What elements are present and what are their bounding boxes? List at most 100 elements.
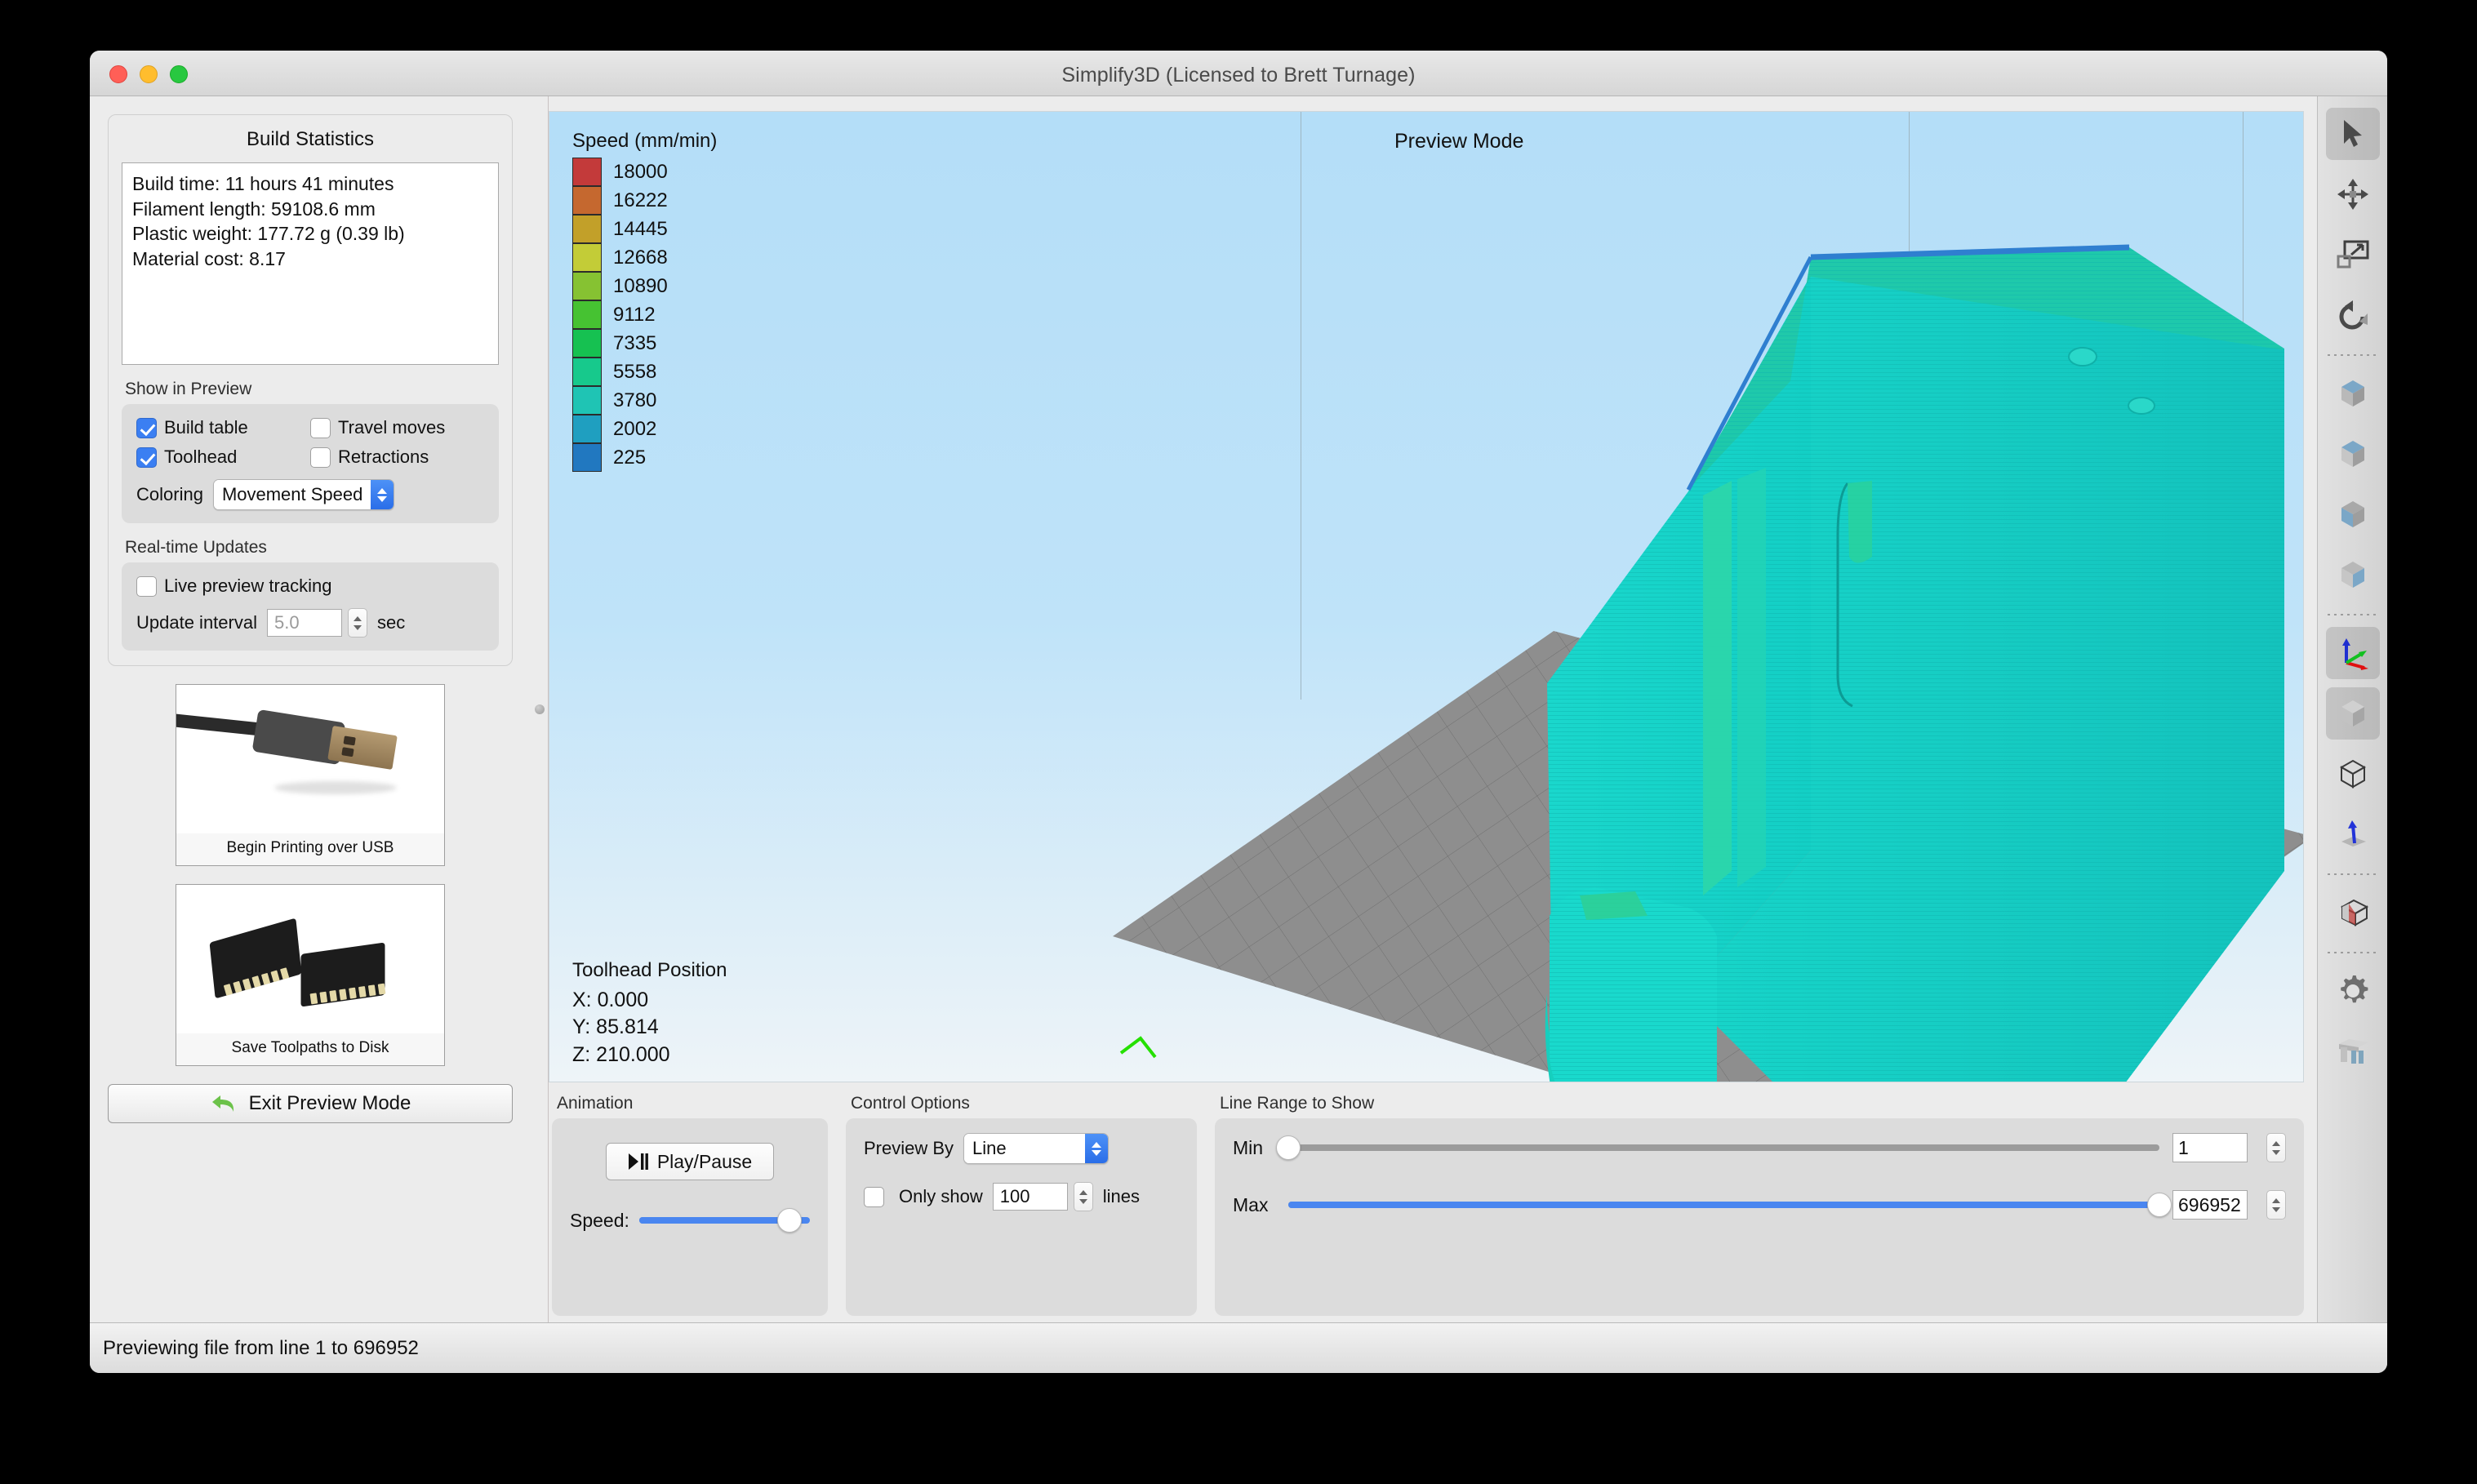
legend-color-swatch	[572, 215, 602, 243]
retractions-label: Retractions	[338, 447, 429, 467]
checkbox-live-preview-tracking[interactable]: Live preview tracking	[136, 575, 484, 597]
toolhead-position-title: Toolhead Position	[572, 958, 727, 981]
update-interval-stepper[interactable]	[347, 608, 367, 638]
coloring-value: Movement Speed	[213, 480, 371, 509]
legend-value: 10890	[613, 274, 668, 297]
panel-splitter[interactable]	[531, 96, 549, 1322]
legend-entry: 9112	[572, 300, 717, 329]
legend-entry: 3780	[572, 386, 717, 415]
checkbox-travel-moves[interactable]: Travel moves	[310, 417, 484, 438]
animation-speed-label: Speed:	[570, 1209, 629, 1231]
min-line-slider[interactable]	[1276, 1135, 2159, 1160]
only-show-checkbox-icon[interactable]	[864, 1186, 884, 1207]
legend-color-swatch	[572, 358, 602, 386]
chevron-updown-icon[interactable]	[1085, 1134, 1109, 1163]
view-front-icon[interactable]	[2326, 428, 2380, 480]
update-interval-label: Update interval	[136, 612, 257, 633]
preview-by-label: Preview By	[864, 1138, 954, 1158]
scale-icon[interactable]	[2326, 229, 2380, 281]
build-statistics-text: Build time: 11 hours 41 minutes Filament…	[122, 162, 499, 365]
legend-color-swatch	[572, 186, 602, 215]
solid-cube-icon[interactable]	[2325, 687, 2380, 740]
toolhead-position-readout: Toolhead Position X: 0.000 Y: 85.814 Z: …	[572, 959, 727, 1069]
view-left-icon[interactable]	[2326, 488, 2380, 540]
toolhead-y-value: Y: 85.814	[572, 1015, 659, 1038]
sd-card-image	[176, 885, 444, 1033]
only-show-label: Only show	[899, 1186, 983, 1206]
exit-preview-mode-button[interactable]: Exit Preview Mode	[108, 1084, 513, 1123]
realtime-updates-label: Real-time Updates	[125, 538, 267, 557]
select-arrow-icon[interactable]	[2325, 108, 2380, 160]
max-label: Max	[1233, 1193, 1269, 1215]
travel-moves-checkbox-icon[interactable]	[310, 417, 331, 438]
preview-by-select[interactable]: Line	[963, 1133, 1110, 1164]
toolbar-divider	[2327, 611, 2378, 619]
toolhead-label: Toolhead	[164, 447, 238, 467]
play-pause-button[interactable]: Play/Pause	[606, 1143, 774, 1180]
legend-color-swatch	[572, 329, 602, 358]
legend-value: 3780	[613, 389, 657, 411]
chevron-updown-icon[interactable]	[371, 480, 394, 509]
3d-viewport[interactable]: Speed (mm/min) 18000 16222 14445 12668 10890…	[549, 111, 2304, 1082]
line-range-panel: Line Range to Show Min 1 Max 696952	[1215, 1094, 2304, 1316]
max-line-slider[interactable]	[1288, 1193, 2172, 1217]
cross-section-icon[interactable]	[2326, 886, 2380, 939]
lines-unit-label: lines	[1102, 1186, 1140, 1206]
live-preview-tracking-label: Live preview tracking	[164, 575, 332, 596]
checkbox-retractions[interactable]: Retractions	[310, 447, 484, 468]
legend-color-swatch	[572, 443, 602, 472]
begin-printing-over-usb-label: Begin Printing over USB	[176, 833, 444, 865]
legend-value: 14445	[613, 217, 668, 240]
toolhead-x-value: X: 0.000	[572, 988, 649, 1011]
move-icon[interactable]	[2326, 168, 2380, 220]
min-line-input[interactable]: 1	[2172, 1133, 2248, 1162]
toolhead-z-value: Z: 210.000	[572, 1042, 670, 1066]
live-preview-tracking-checkbox-icon[interactable]	[136, 575, 157, 597]
toolbar-divider	[2327, 870, 2378, 878]
legend-color-swatch	[572, 272, 602, 300]
control-options-label: Control Options	[851, 1094, 970, 1113]
origin-arrow-icon[interactable]	[2326, 808, 2380, 860]
stat-filament-length: Filament length: 59108.6 mm	[132, 198, 376, 220]
max-line-input[interactable]: 696952	[2172, 1190, 2248, 1220]
checkbox-build-table[interactable]: Build table	[136, 417, 310, 438]
build-table-label: Build table	[164, 417, 248, 438]
retractions-checkbox-icon[interactable]	[310, 447, 331, 468]
axes-icon[interactable]	[2325, 627, 2380, 679]
coloring-label: Coloring	[136, 484, 203, 504]
animation-speed-slider[interactable]	[638, 1208, 810, 1233]
max-line-stepper[interactable]	[2266, 1190, 2286, 1220]
checkbox-toolhead[interactable]: Toolhead	[136, 447, 310, 468]
view-right-icon[interactable]	[2326, 549, 2380, 601]
min-label: Min	[1233, 1136, 1264, 1158]
build-table-checkbox-icon[interactable]	[136, 417, 157, 438]
rotate-icon[interactable]	[2326, 289, 2380, 341]
legend-entry: 14445	[572, 215, 717, 243]
update-interval-input[interactable]: 5.0	[266, 609, 342, 637]
right-toolbar	[2317, 96, 2387, 1322]
begin-printing-over-usb-button[interactable]: Begin Printing over USB	[176, 684, 445, 866]
coloring-select[interactable]: Movement Speed	[212, 479, 395, 510]
legend-value: 2002	[613, 417, 657, 440]
settings-gear-icon[interactable]	[2326, 965, 2380, 1017]
build-statistics-title: Build Statistics	[246, 128, 375, 150]
save-toolpaths-to-disk-button[interactable]: Save Toolpaths to Disk	[176, 884, 445, 1066]
only-show-lines-stepper[interactable]	[1073, 1182, 1093, 1211]
supports-icon[interactable]	[2326, 1025, 2380, 1077]
view-top-icon[interactable]	[2326, 367, 2380, 420]
center-column: Speed (mm/min) 18000 16222 14445 12668 10890…	[549, 96, 2317, 1322]
realtime-updates-group: Live preview tracking Update interval 5.…	[122, 562, 499, 651]
window-body: Build Statistics Build time: 11 hours 41…	[90, 96, 2387, 1322]
stat-material-cost: Material cost: 8.17	[132, 247, 286, 269]
legend-entry: 12668	[572, 243, 717, 272]
only-show-lines-input[interactable]: 100	[992, 1183, 1068, 1211]
toolhead-checkbox-icon[interactable]	[136, 447, 157, 468]
wireframe-cube-icon[interactable]	[2326, 748, 2380, 800]
back-arrow-icon	[211, 1095, 233, 1112]
splitter-handle-icon[interactable]	[535, 704, 545, 714]
update-interval-unit: sec	[376, 612, 406, 633]
min-line-stepper[interactable]	[2266, 1133, 2286, 1162]
legend-entry: 10890	[572, 272, 717, 300]
legend-value: 9112	[613, 303, 656, 326]
legend-color-swatch	[572, 300, 602, 329]
